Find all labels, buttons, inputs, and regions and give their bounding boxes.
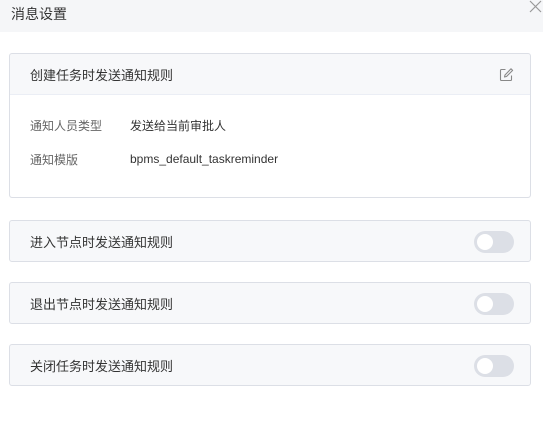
field-value: 发送给当前审批人	[130, 118, 227, 133]
edit-button[interactable]	[499, 67, 514, 82]
panel-enter-node-rule: 进入节点时发送通知规则	[9, 220, 531, 262]
dialog-title: 消息设置	[11, 6, 67, 22]
panel-title: 进入节点时发送通知规则	[30, 234, 174, 250]
panel-create-task-rule: 创建任务时发送通知规则 通知人员类型 发送给当前审批人 通知模版 bpms_de…	[9, 53, 531, 198]
panel-header: 进入节点时发送通知规则	[10, 221, 530, 261]
panel-close-task-rule: 关闭任务时发送通知规则	[9, 344, 531, 386]
dialog-header: 消息设置	[0, 0, 543, 32]
message-settings-dialog: 消息设置 创建任务时发送通知规则 通知人员类型 发送给当前审批人 通知模版 bp…	[0, 0, 543, 435]
panel-body: 通知人员类型 发送给当前审批人 通知模版 bpms_default_taskre…	[10, 94, 530, 197]
field-value: bpms_default_taskreminder	[130, 152, 279, 166]
field-label: 通知模版	[30, 152, 79, 167]
field-row: 通知模版 bpms_default_taskreminder	[30, 149, 510, 169]
panel-title: 关闭任务时发送通知规则	[30, 358, 174, 374]
close-icon	[529, 0, 542, 13]
edit-icon	[499, 68, 514, 82]
enter-node-toggle[interactable]	[474, 231, 514, 253]
panel-exit-node-rule: 退出节点时发送通知规则	[9, 282, 531, 324]
panel-title: 创建任务时发送通知规则	[30, 67, 174, 83]
exit-node-toggle[interactable]	[474, 293, 514, 315]
panel-header: 关闭任务时发送通知规则	[10, 345, 530, 385]
panel-header: 创建任务时发送通知规则	[10, 54, 530, 94]
toggle-knob	[477, 296, 493, 312]
toggle-knob	[477, 358, 493, 374]
panel-header: 退出节点时发送通知规则	[10, 283, 530, 323]
close-task-toggle[interactable]	[474, 355, 514, 377]
field-row: 通知人员类型 发送给当前审批人	[30, 115, 510, 135]
close-button[interactable]	[525, 0, 543, 16]
panel-title: 退出节点时发送通知规则	[30, 296, 174, 312]
toggle-knob	[477, 234, 493, 250]
field-label: 通知人员类型	[30, 118, 103, 133]
